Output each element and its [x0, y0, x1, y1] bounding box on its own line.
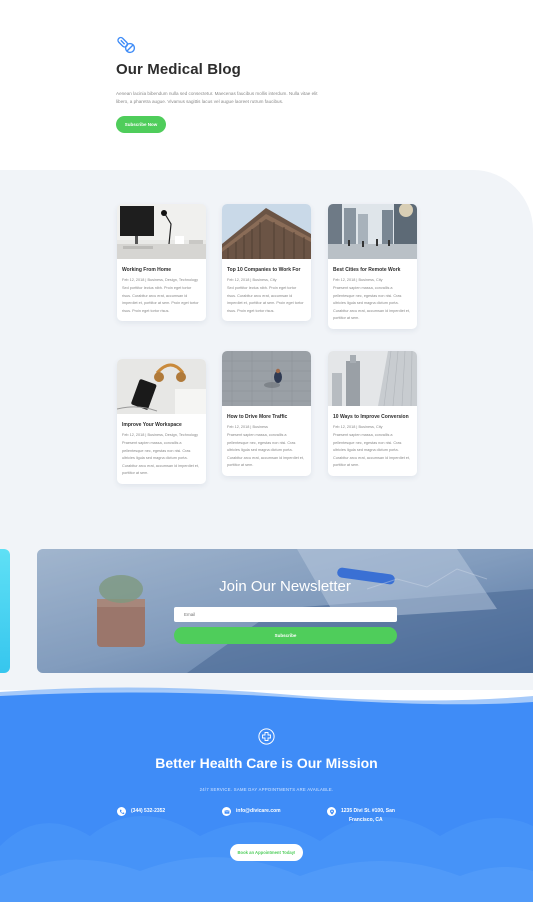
subscribe-button[interactable]: Subscribe [174, 627, 397, 644]
post-excerpt: Sed porttitor lectus nibh. Proin eget to… [122, 286, 199, 313]
location-pin-icon [327, 807, 336, 816]
post-meta: Feb 12, 2018 | Business, City [227, 278, 277, 282]
page-title: Our Medical Blog [116, 61, 241, 78]
phone-icon [117, 807, 126, 816]
workspace-photo[interactable] [117, 359, 206, 414]
post-title[interactable]: Best Cities for Remote Work [333, 267, 412, 273]
address-line-2: Francisco, CA [349, 817, 383, 823]
post-excerpt: Praesent sapien massa, convallis a pelle… [333, 286, 411, 321]
mission-subtitle: 24/7 SERVICE. SAME DAY APPOINTMENTS ARE … [199, 787, 334, 792]
post-title[interactable]: How to Drive More Traffic [227, 414, 306, 420]
post-meta: Feb 12, 2018 | Business, Design, Technol… [122, 433, 199, 437]
footer-wave-background [0, 687, 533, 902]
post-title[interactable]: 10 Ways to Improve Conversion [333, 414, 412, 420]
post-meta: Feb 12, 2018 | Business, City [333, 425, 383, 429]
mission-title: Better Health Care is Our Mission [155, 755, 378, 771]
book-appointment-button[interactable]: Book an Appointment Today! [230, 844, 303, 861]
post-title[interactable]: Working From Home [122, 267, 201, 273]
email-icon [222, 807, 231, 816]
post-excerpt: Praesent sapien massa, convallis a pelle… [333, 433, 411, 468]
address-line-1: 1235 Divi St. #100, San [341, 808, 395, 814]
newsletter-title: Join Our Newsletter [219, 578, 351, 595]
blog-card-working-from-home[interactable]: Working From Home Feb 12, 2018 | Busines… [117, 204, 206, 322]
blog-card-top-10-companies[interactable]: Top 10 Companies to Work For Feb 12, 201… [222, 204, 311, 322]
footer-section: Better Health Care is Our Mission 24/7 S… [0, 686, 533, 902]
city-street-photo[interactable] [328, 204, 417, 259]
medical-cross-icon [258, 728, 275, 745]
post-title[interactable]: Top 10 Companies to Work For [227, 267, 306, 273]
post-excerpt: Sed porttitor lectus nibh. Proin eget to… [227, 286, 304, 313]
phone-number[interactable]: (344) 532-2352 [131, 807, 165, 816]
pedestrian-photo[interactable] [222, 351, 311, 406]
post-excerpt: Praesent sapien massa, convallis a pelle… [122, 441, 200, 476]
post-meta: Feb 12, 2018 | Business, City [333, 278, 383, 282]
post-meta: Feb 12, 2018 | Business, Design, Technol… [122, 278, 199, 282]
contact-phone[interactable]: (344) 532-2352 [117, 807, 165, 816]
post-title[interactable]: Improve Your Workspace [122, 422, 201, 428]
contact-address: 1235 Divi St. #100, San Francisco, CA [327, 807, 395, 825]
contact-email[interactable]: info@divicare.com [222, 807, 281, 816]
side-accent-bar [0, 549, 10, 673]
building-photo[interactable] [222, 204, 311, 259]
pills-icon [117, 36, 136, 54]
hero-description: Aenean lacinia bibendum nulla sed consec… [116, 91, 318, 104]
hero-section: Our Medical Blog Aenean lacinia bibendum… [0, 0, 533, 170]
subscribe-now-button[interactable]: Subscribe Now [116, 116, 166, 133]
blog-card-best-cities[interactable]: Best Cities for Remote Work Feb 12, 2018… [328, 204, 417, 329]
email-address[interactable]: info@divicare.com [236, 807, 281, 816]
post-excerpt: Praesent sapien massa, convallis a pelle… [227, 433, 305, 468]
blog-card-drive-more-traffic[interactable]: How to Drive More Traffic Feb 12, 2018 |… [222, 351, 311, 476]
blog-card-improve-conversion[interactable]: 10 Ways to Improve Conversion Feb 12, 20… [328, 351, 417, 476]
blog-card-improve-workspace[interactable]: Improve Your Workspace Feb 12, 2018 | Bu… [117, 359, 206, 484]
email-field[interactable] [174, 607, 397, 622]
post-meta: Feb 12, 2018 | Business [227, 425, 268, 429]
skyscraper-photo[interactable] [328, 351, 417, 406]
desk-monitor-photo[interactable] [117, 204, 206, 259]
